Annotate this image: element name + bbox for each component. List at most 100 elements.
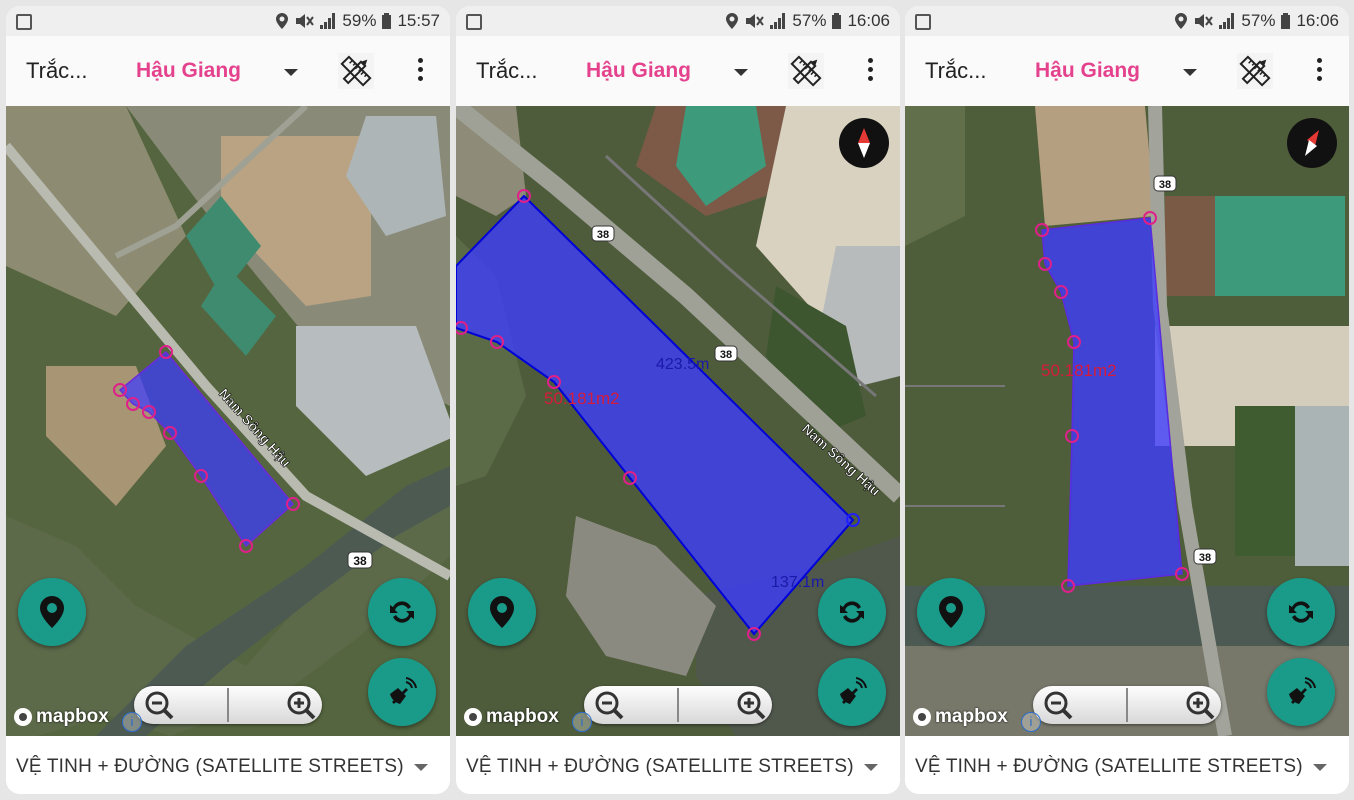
satellite-map: 50.181m2 38 38 — [905, 106, 1349, 736]
my-location-button[interactable] — [468, 578, 536, 646]
zoom-in-icon[interactable] — [286, 690, 318, 722]
app-title: Trắc... — [925, 58, 987, 83]
phone-screen-3: 57% 16:06 Trắc... Hậu Giang 50.181m2 38 … — [905, 6, 1349, 794]
dropdown-arrow-icon[interactable] — [1183, 69, 1197, 76]
zoom-out-icon[interactable] — [144, 690, 176, 722]
satellite-map: 50.181m2 423.5m 137.1m Nam Sông Hậu 38 3… — [456, 106, 900, 736]
signal-icon — [320, 13, 336, 29]
refresh-icon — [1289, 601, 1313, 623]
info-icon[interactable]: i — [572, 712, 592, 732]
mapbox-logo: mapbox — [14, 706, 109, 728]
province-select[interactable]: Hậu Giang — [136, 59, 241, 83]
satellite-button[interactable] — [1267, 658, 1335, 726]
distance-label-1: 423.5m — [656, 356, 709, 373]
map-style-label: VỆ TINH + ĐƯỜNG (SATELLITE STREETS) — [466, 756, 854, 777]
route-badge-2: 38 — [720, 349, 732, 361]
clock: 16:06 — [847, 11, 890, 30]
more-vert-icon[interactable] — [410, 58, 430, 86]
battery-icon — [1281, 13, 1291, 29]
chevron-down-icon[interactable] — [1313, 764, 1327, 771]
battery-icon — [382, 13, 392, 29]
app-bar: Trắc... Hậu Giang — [6, 36, 450, 107]
refresh-icon — [390, 601, 414, 623]
location-icon — [726, 13, 739, 29]
location-pin-icon — [939, 596, 963, 628]
refresh-button[interactable] — [368, 578, 436, 646]
my-location-button[interactable] — [18, 578, 86, 646]
route-badge: 38 — [1159, 179, 1171, 191]
image-icon — [466, 14, 482, 30]
info-icon[interactable]: i — [1021, 712, 1041, 732]
app-title: Trắc... — [26, 58, 88, 83]
dropdown-arrow-icon[interactable] — [734, 69, 748, 76]
location-icon — [1175, 13, 1188, 29]
zoom-in-icon[interactable] — [1185, 690, 1217, 722]
map-style-label: VỆ TINH + ĐƯỜNG (SATELLITE STREETS) — [16, 756, 404, 777]
area-label: 50.181m2 — [1041, 361, 1117, 380]
more-vert-icon[interactable] — [1309, 58, 1329, 86]
status-bar: 57% 16:06 — [905, 6, 1349, 36]
location-pin-icon — [40, 596, 64, 628]
refresh-button[interactable] — [1267, 578, 1335, 646]
info-icon[interactable]: i — [122, 712, 142, 732]
ruler-pencil-icon[interactable] — [786, 51, 826, 91]
app-bar: Trắc... Hậu Giang — [905, 36, 1349, 107]
province-select[interactable]: Hậu Giang — [586, 59, 691, 83]
refresh-icon — [840, 601, 864, 623]
ruler-pencil-icon[interactable] — [1235, 51, 1275, 91]
route-badge-2: 38 — [1199, 552, 1211, 564]
more-vert-icon[interactable] — [860, 58, 880, 86]
phone-screen-1: 59% 15:57 Trắc... Hậu Giang Nam Sông Hậu… — [6, 6, 450, 794]
zoom-out-icon[interactable] — [594, 690, 626, 722]
mute-icon — [296, 14, 315, 28]
satellite-map: Nam Sông Hậu 38 — [6, 106, 450, 736]
battery-percent: 57% — [792, 11, 827, 30]
refresh-button[interactable] — [818, 578, 886, 646]
zoom-control — [134, 686, 322, 724]
zoom-in-icon[interactable] — [736, 690, 768, 722]
satellite-button[interactable] — [818, 658, 886, 726]
app-bar: Trắc... Hậu Giang — [456, 36, 900, 107]
compass-icon[interactable] — [1287, 118, 1337, 168]
map-style-label: VỆ TINH + ĐƯỜNG (SATELLITE STREETS) — [915, 756, 1303, 777]
chevron-down-icon[interactable] — [864, 764, 878, 771]
route-badge: 38 — [597, 229, 609, 241]
map-view[interactable]: 50.181m2 38 38 — [905, 106, 1349, 736]
zoom-control — [584, 686, 772, 724]
ruler-pencil-icon[interactable] — [336, 51, 376, 91]
clock: 16:06 — [1296, 11, 1339, 30]
battery-icon — [832, 13, 842, 29]
dropdown-arrow-icon[interactable] — [284, 69, 298, 76]
location-icon — [276, 13, 289, 29]
satellite-dish-icon — [840, 677, 867, 704]
province-select[interactable]: Hậu Giang — [1035, 59, 1140, 83]
distance-label-2: 137.1m — [771, 574, 824, 591]
signal-icon — [770, 13, 786, 29]
map-view[interactable]: 50.181m2 423.5m 137.1m Nam Sông Hậu 38 3… — [456, 106, 900, 736]
app-title: Trắc... — [476, 58, 538, 83]
battery-percent: 59% — [342, 11, 377, 30]
area-label: 50.181m2 — [544, 389, 620, 408]
map-style-select[interactable]: VỆ TINH + ĐƯỜNG (SATELLITE STREETS) — [905, 736, 1349, 794]
status-bar: 59% 15:57 — [6, 6, 450, 36]
route-badge: 38 — [353, 554, 367, 568]
satellite-button[interactable] — [368, 658, 436, 726]
image-icon — [915, 14, 931, 30]
satellite-dish-icon — [1289, 677, 1316, 704]
zoom-control — [1033, 686, 1221, 724]
image-icon — [16, 14, 32, 30]
status-bar: 57% 16:06 — [456, 6, 900, 36]
map-style-select[interactable]: VỆ TINH + ĐƯỜNG (SATELLITE STREETS) — [6, 736, 450, 794]
location-pin-icon — [490, 596, 514, 628]
mute-icon — [1195, 14, 1214, 28]
mute-icon — [746, 14, 765, 28]
compass-icon[interactable] — [839, 118, 889, 168]
my-location-button[interactable] — [917, 578, 985, 646]
chevron-down-icon[interactable] — [414, 764, 428, 771]
zoom-out-icon[interactable] — [1043, 690, 1075, 722]
mapbox-logo: mapbox — [913, 706, 1008, 728]
map-style-select[interactable]: VỆ TINH + ĐƯỜNG (SATELLITE STREETS) — [456, 736, 900, 794]
mapbox-logo: mapbox — [464, 706, 559, 728]
map-view[interactable]: Nam Sông Hậu 38 — [6, 106, 450, 736]
clock: 15:57 — [397, 11, 440, 30]
